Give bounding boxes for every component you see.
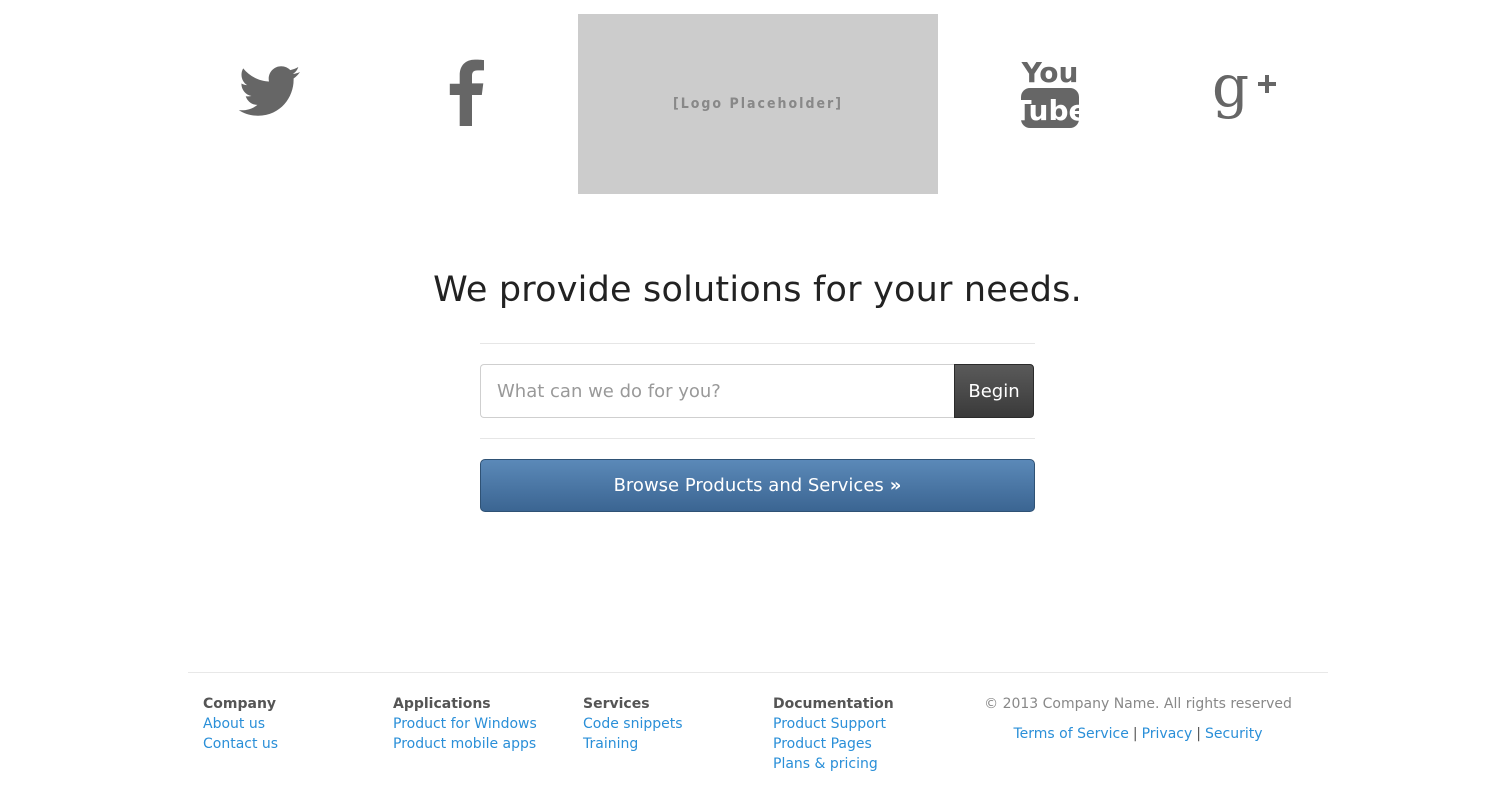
youtube-you-text: You: [1021, 56, 1079, 89]
footer-column-title: Documentation: [773, 696, 894, 712]
footer-column-documentation: Documentation Product Support Product Pa…: [773, 694, 894, 774]
twitter-icon[interactable]: [238, 66, 302, 120]
footer-link-support[interactable]: Product Support: [773, 714, 894, 734]
footer-column-title: Company: [203, 696, 277, 712]
copyright-text: © 2013 Company Name. All rights reserved: [984, 696, 1292, 712]
footer-link-pricing[interactable]: Plans & pricing: [773, 754, 894, 774]
footer-link-about[interactable]: About us: [203, 714, 278, 734]
search-form: Begin: [480, 364, 1034, 418]
browse-products-label: Browse Products and Services: [613, 475, 884, 496]
divider: [480, 343, 1035, 344]
footer-link-training[interactable]: Training: [583, 734, 683, 754]
logo-placeholder: [Logo Placeholder]: [578, 14, 938, 194]
search-input[interactable]: [480, 364, 954, 418]
page-headline: We provide solutions for your needs.: [433, 270, 1082, 310]
footer-link-contact[interactable]: Contact us: [203, 734, 278, 754]
separator: |: [1132, 726, 1138, 742]
divider: [480, 438, 1035, 439]
footer-column-applications: Applications Product for Windows Product…: [393, 694, 537, 754]
footer-column-company: Company About us Contact us: [203, 694, 278, 754]
footer-column-services: Services Code snippets Training: [583, 694, 683, 754]
footer-column-title: Services: [583, 696, 650, 712]
double-chevron-right-icon: »: [889, 475, 902, 496]
youtube-icon[interactable]: You Tube: [1018, 56, 1082, 130]
begin-button[interactable]: Begin: [954, 364, 1034, 418]
footer-legal: © 2013 Company Name. All rights reserved…: [968, 694, 1308, 744]
facebook-icon[interactable]: [446, 58, 486, 126]
security-link[interactable]: Security: [1205, 726, 1263, 742]
legal-links: Terms of Service | Privacy | Security: [968, 724, 1308, 744]
privacy-link[interactable]: Privacy: [1142, 726, 1193, 742]
header: [Logo Placeholder] You Tube g: [0, 0, 1511, 210]
logo-text: [Logo Placeholder]: [672, 96, 843, 112]
footer-column-title: Applications: [393, 696, 491, 712]
footer-divider: [188, 672, 1328, 673]
footer-link-snippets[interactable]: Code snippets: [583, 714, 683, 734]
svg-text:g: g: [1212, 56, 1249, 120]
browse-products-button[interactable]: Browse Products and Services »: [480, 459, 1035, 512]
footer-link-pages[interactable]: Product Pages: [773, 734, 894, 754]
youtube-tube-text: Tube: [1018, 94, 1082, 127]
google-plus-icon[interactable]: g: [1210, 56, 1280, 126]
footer-link-windows[interactable]: Product for Windows: [393, 714, 537, 734]
separator: |: [1196, 726, 1201, 742]
terms-link[interactable]: Terms of Service: [1013, 726, 1128, 742]
footer-link-mobile[interactable]: Product mobile apps: [393, 734, 537, 754]
